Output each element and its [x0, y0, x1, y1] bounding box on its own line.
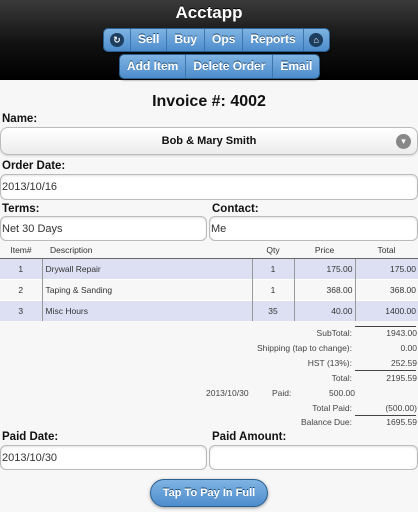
- subtotal-value: 1943.00: [386, 328, 417, 338]
- item-total: 175.00: [354, 257, 418, 279]
- paid-amount-label: Paid Amount:: [212, 431, 287, 443]
- item-qty: 1: [251, 257, 294, 279]
- paid-value: 500.00: [329, 388, 355, 398]
- paid-date-label: Paid Date:: [2, 431, 59, 443]
- nav-ops-button[interactable]: Ops: [204, 29, 243, 51]
- col-price-header: Price: [294, 242, 355, 259]
- subtotal-label: SubTotal:: [316, 328, 352, 338]
- item-description: Drywall Repair: [41, 257, 252, 279]
- payment-date: 2013/10/30: [206, 388, 249, 398]
- invoice-title: Invoice #: 4002: [152, 93, 266, 110]
- email-button[interactable]: Email: [272, 55, 320, 78]
- delete-order-button[interactable]: Delete Order: [185, 55, 273, 78]
- refresh-button[interactable]: ↻: [104, 29, 130, 51]
- name-label: Name:: [2, 113, 38, 125]
- shipping-value[interactable]: 0.00: [355, 342, 417, 355]
- table-header-row: Item# Description Qty Price Total: [0, 242, 418, 259]
- home-icon: ⌂: [309, 33, 324, 47]
- action-bar: Add Item Delete Order Email: [119, 54, 321, 79]
- paid-label: Paid:: [272, 388, 292, 398]
- hst-label: HST (13%):: [307, 358, 352, 368]
- item-total: 1400.00: [354, 299, 418, 321]
- table-row[interactable]: 3 Misc Hours 35 40.00 1400.00: [0, 299, 418, 321]
- customer-select[interactable]: Bob & Mary Smith ▾: [0, 127, 418, 155]
- hst-value: 252.59: [391, 358, 417, 368]
- total-value: 2195.59: [386, 373, 417, 383]
- item-price: 40.00: [293, 299, 355, 321]
- nav-sell-button[interactable]: Sell: [130, 29, 167, 51]
- item-price: 175.00: [293, 257, 355, 279]
- item-number: 1: [0, 257, 42, 279]
- shipping-label[interactable]: Shipping (tap to change):: [200, 342, 352, 355]
- main-nav: ↻ Sell Buy Ops Reports ⌂: [103, 28, 330, 52]
- balance-due-value: 1695.59: [386, 417, 417, 427]
- items-table: Item# Description Qty Price Total 1 Dryw…: [0, 242, 418, 321]
- pay-in-full-button[interactable]: Tap To Pay In Full: [150, 479, 268, 507]
- total-paid-label: Total Paid:: [312, 403, 352, 413]
- item-number: 2: [0, 278, 42, 300]
- terms-label: Terms:: [2, 203, 40, 215]
- order-date-label: Order Date:: [2, 160, 66, 172]
- item-total: 368.00: [354, 278, 418, 300]
- contact-label: Contact:: [212, 203, 259, 215]
- table-row[interactable]: 1 Drywall Repair 1 175.00 175.00: [0, 257, 418, 279]
- terms-field[interactable]: Net 30 Days: [0, 216, 207, 241]
- col-total-header: Total: [355, 242, 418, 259]
- contact-field[interactable]: Me: [209, 216, 418, 241]
- nav-buy-button[interactable]: Buy: [166, 29, 205, 51]
- col-item-header: Item#: [0, 242, 42, 259]
- customer-name: Bob & Mary Smith: [161, 135, 257, 147]
- total-paid-value: (500.00): [385, 403, 417, 413]
- item-qty: 1: [251, 278, 294, 300]
- balance-due-label: Balance Due:: [300, 417, 352, 427]
- item-qty: 35: [251, 299, 294, 321]
- item-description: Taping & Sanding: [41, 278, 252, 300]
- order-date-field[interactable]: 2013/10/16: [0, 174, 418, 200]
- item-price: 368.00: [293, 278, 355, 300]
- nav-reports-button[interactable]: Reports: [242, 29, 303, 51]
- total-rule: [355, 370, 416, 371]
- chevron-down-icon: ▾: [396, 134, 411, 149]
- item-number: 3: [0, 299, 42, 321]
- table-row[interactable]: 2 Taping & Sanding 1 368.00 368.00: [0, 278, 418, 300]
- paid-amount-field[interactable]: [209, 445, 418, 470]
- col-description-header: Description: [42, 242, 252, 259]
- col-qty-header: Qty: [252, 242, 294, 259]
- total-label: Total:: [331, 373, 352, 383]
- item-description: Misc Hours: [41, 299, 252, 321]
- home-button[interactable]: ⌂: [302, 29, 329, 51]
- refresh-icon: ↻: [110, 33, 124, 47]
- add-item-button[interactable]: Add Item: [120, 55, 186, 78]
- app-title: Acctapp: [175, 3, 243, 22]
- paid-date-field[interactable]: 2013/10/30: [0, 445, 207, 470]
- app-header: Acctapp ↻ Sell Buy Ops Reports ⌂ Add Ite…: [0, 0, 418, 80]
